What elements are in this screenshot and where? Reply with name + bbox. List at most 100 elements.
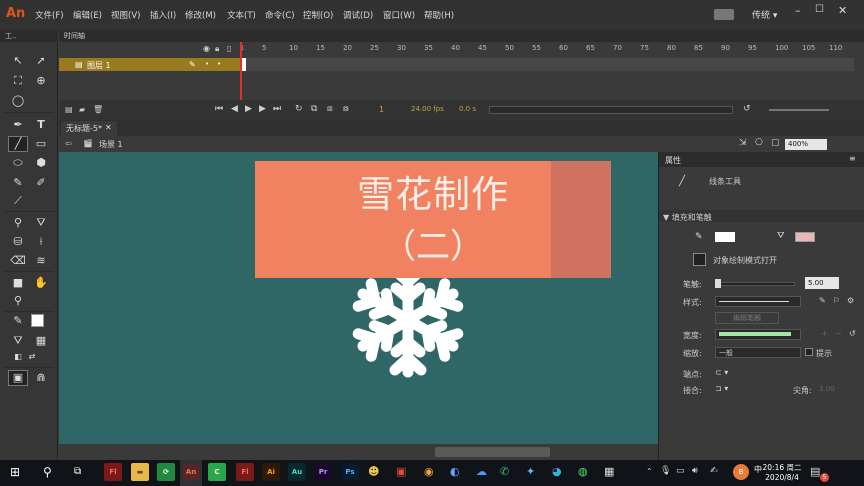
free-transform-icon[interactable]: ⛶: [10, 74, 26, 88]
reset-width-icon[interactable]: ↺: [849, 329, 856, 338]
fill-stroke-section[interactable]: ▼ 填充和笔触: [663, 212, 712, 223]
time-value[interactable]: 0.0 s: [459, 105, 476, 113]
tray-expand-icon[interactable]: ⌃: [646, 467, 653, 476]
style-settings-icon[interactable]: ⚙: [847, 296, 854, 305]
panel-menu-icon[interactable]: ≡: [849, 154, 856, 163]
onion-skin-icon[interactable]: ⧉: [311, 104, 317, 114]
keyframe[interactable]: [242, 58, 246, 71]
tray-avatar-icon[interactable]: B: [733, 464, 749, 480]
menu-view[interactable]: 视图(V): [111, 9, 140, 21]
menu-window[interactable]: 窗口(W): [383, 9, 415, 21]
miter-value[interactable]: 3.00: [819, 385, 835, 393]
hand-tool-icon[interactable]: ✋: [33, 276, 49, 290]
task-view-icon[interactable]: ⧉: [74, 466, 81, 477]
current-frame[interactable]: 1: [379, 105, 384, 114]
fill-color-swatch-none[interactable]: ▦: [33, 334, 49, 348]
zoom-tool-icon[interactable]: ⚲: [10, 294, 26, 308]
menu-help[interactable]: 帮助(H): [424, 9, 454, 21]
frame-number[interactable]: 45: [478, 44, 487, 52]
prev-frame-icon[interactable]: ◀: [231, 104, 238, 114]
app-wechat-icon[interactable]: ✆: [500, 465, 509, 478]
style-pencil-icon[interactable]: ✎: [819, 296, 826, 305]
frame-number[interactable]: 35: [424, 44, 433, 52]
next-frame-icon[interactable]: ▶: [259, 104, 266, 114]
taskbar-app-4[interactable]: C: [208, 463, 226, 481]
style-brush-icon[interactable]: ⚐: [833, 296, 840, 305]
fill-color-swatch-props[interactable]: [795, 232, 815, 242]
pencil-tool-icon[interactable]: ✎: [10, 176, 26, 190]
oval-tool-icon[interactable]: ⬭: [10, 156, 26, 170]
first-frame-icon[interactable]: ⏮: [215, 104, 223, 114]
close-tab-icon[interactable]: ✕: [105, 123, 112, 132]
zoom-select[interactable]: 400%: [785, 139, 827, 150]
eye-icon[interactable]: ◉: [203, 44, 210, 53]
frame-number[interactable]: 85: [694, 44, 703, 52]
start-button-icon[interactable]: ⊞: [10, 465, 20, 479]
new-layer-icon[interactable]: ▤: [65, 105, 73, 114]
app-feather-icon[interactable]: ✦: [526, 465, 535, 478]
frame-number[interactable]: 30: [397, 44, 406, 52]
app-reader-icon[interactable]: ▣: [396, 465, 406, 478]
fps-value[interactable]: 24.00 fps: [411, 105, 444, 113]
taskbar-app-6[interactable]: Ai: [262, 463, 280, 481]
transform-icon[interactable]: ⇲: [739, 138, 747, 148]
join-dropdown[interactable]: ⊐ ▾: [715, 384, 728, 393]
lasso-tool-icon[interactable]: ◯: [10, 94, 26, 108]
snap-to-objects-icon[interactable]: ⋒: [33, 371, 49, 385]
app-player-icon[interactable]: ◐: [450, 465, 460, 478]
frame-number[interactable]: 55: [532, 44, 541, 52]
frame-number[interactable]: 70: [613, 44, 622, 52]
menu-file[interactable]: 文件(F): [35, 9, 64, 21]
object-drawing-icon[interactable]: ▣: [10, 371, 26, 385]
cap-dropdown[interactable]: ⊂ ▾: [715, 368, 728, 377]
frame-number[interactable]: 10: [289, 44, 298, 52]
line-tool-icon[interactable]: ╱: [10, 137, 26, 151]
paint-brush-icon[interactable]: ⟋: [10, 194, 26, 208]
frame-number[interactable]: 65: [586, 44, 595, 52]
frame-number[interactable]: 25: [370, 44, 379, 52]
clock-time[interactable]: 20:16 周二: [758, 462, 806, 473]
workspace-switcher[interactable]: 传统 ▾: [752, 8, 777, 21]
tray-volume-icon[interactable]: 🔊︎: [692, 466, 698, 476]
center-frame-icon[interactable]: ↺: [743, 104, 751, 114]
menu-edit[interactable]: 编辑(E): [73, 9, 102, 21]
frame-number[interactable]: 75: [640, 44, 649, 52]
close-icon[interactable]: ✕: [838, 4, 847, 17]
stroke-slider[interactable]: [715, 282, 795, 286]
taskbar-app-8[interactable]: Pr: [314, 463, 332, 481]
maximize-icon[interactable]: ☐: [815, 4, 824, 15]
frame-number[interactable]: 90: [721, 44, 730, 52]
edit-stroke-style-button[interactable]: 编辑笔触: [715, 312, 779, 324]
scroll-thumb[interactable]: [435, 447, 550, 457]
ink-bottle-icon[interactable]: ⛁: [10, 235, 26, 249]
scene-label[interactable]: 场景 1: [99, 139, 123, 150]
stroke-color-swatch-props[interactable]: [715, 232, 735, 242]
app-recorder-icon[interactable]: ◉: [424, 465, 434, 478]
app-360-icon[interactable]: ◍: [578, 465, 588, 478]
frame-track[interactable]: [242, 58, 854, 71]
menu-debug[interactable]: 调试(D): [343, 9, 373, 21]
paint-bucket-icon[interactable]: ⛛: [33, 216, 49, 230]
taskbar-app-0[interactable]: Fl: [104, 463, 122, 481]
menu-control[interactable]: 控制(O): [303, 9, 333, 21]
tray-mic-icon[interactable]: 🎙︎: [660, 466, 671, 476]
edit-multiple-icon[interactable]: ⧇: [343, 104, 349, 114]
taskbar-app-1[interactable]: ▬: [131, 463, 149, 481]
frame-number[interactable]: 105: [802, 44, 815, 52]
frame-number[interactable]: 50: [505, 44, 514, 52]
text-tool-icon[interactable]: T: [33, 118, 49, 132]
taskbar-app-9[interactable]: Ps: [341, 463, 359, 481]
swap-colors-icon[interactable]: ⇄: [24, 350, 40, 364]
pen-tool-icon[interactable]: ✒: [10, 118, 26, 132]
last-frame-icon[interactable]: ⏭: [273, 104, 281, 114]
taskbar-app-2[interactable]: ⟳: [157, 463, 175, 481]
search-icon[interactable]: ⚲: [43, 465, 52, 479]
object-drawing-checkbox[interactable]: [693, 253, 706, 266]
stage-hscrollbar[interactable]: [59, 444, 658, 460]
frame-number[interactable]: 60: [559, 44, 568, 52]
play-icon[interactable]: ▶: [245, 104, 252, 114]
symbol-icon[interactable]: ⎔: [755, 138, 763, 148]
layer-name[interactable]: 图层 1: [87, 60, 111, 71]
sync-settings-icon[interactable]: [714, 9, 734, 20]
lock-icon[interactable]: 🔒︎: [215, 44, 219, 54]
